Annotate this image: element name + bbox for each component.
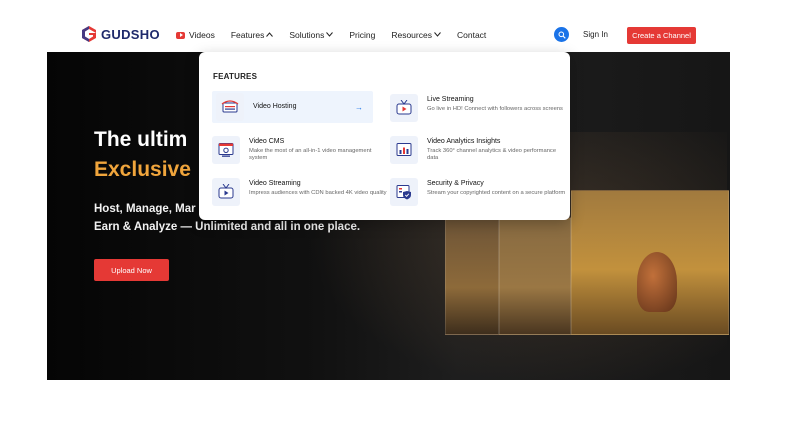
nav-resources[interactable]: Resources — [391, 30, 441, 40]
play-icon — [176, 31, 185, 39]
cms-monitor-icon — [212, 136, 240, 164]
feature-description: Make the most of an all-in-1 video manag… — [249, 148, 372, 161]
feature-video-hosting[interactable]: Video Hosting → — [212, 91, 373, 123]
nav-videos[interactable]: Videos — [176, 30, 215, 40]
hero-subtitle-line2: Earn & Analyze — Unlimited and all in on… — [94, 221, 361, 233]
main-nav: Videos Features Solutions Pricing Resour… — [176, 30, 502, 40]
hero-title-line1: The ultim — [94, 128, 188, 151]
analytics-chart-icon — [390, 136, 418, 164]
nav-solutions-label: Solutions — [289, 30, 325, 40]
live-tv-icon — [390, 94, 418, 122]
feature-video-streaming[interactable]: Video Streaming Impress audiences with C… — [212, 178, 389, 206]
dropdown-heading: FEATURES — [213, 72, 258, 81]
nav-features-label: Features — [230, 30, 265, 40]
nav-contact-label: Contact — [456, 30, 487, 40]
brand-logo[interactable]: GUDSHO — [82, 26, 160, 42]
chevron-up-icon — [266, 31, 274, 39]
features-dropdown: FEATURES Video Hosting → Live Streaming … — [199, 52, 570, 220]
search-button[interactable] — [554, 27, 569, 42]
feature-description: Stream your copyrighted content on a sec… — [427, 190, 566, 196]
feature-description: Go live in HD! Connect with followers ac… — [427, 106, 563, 112]
logo-mark-icon — [82, 26, 96, 42]
nav-solutions[interactable]: Solutions — [289, 30, 334, 40]
nav-videos-label: Videos — [189, 30, 215, 40]
feature-title: Video Analytics Insights — [427, 138, 501, 145]
nav-pricing[interactable]: Pricing — [349, 30, 375, 40]
hero-figure-image — [637, 252, 677, 312]
nav-contact[interactable]: Contact — [457, 30, 486, 40]
brand-name: GUDSHO — [101, 26, 160, 42]
search-icon — [558, 26, 566, 44]
feature-description: Impress audiences with CDN backed 4K vid… — [249, 190, 387, 196]
chevron-down-icon — [326, 31, 334, 39]
upload-now-button[interactable]: Upload Now — [94, 259, 169, 281]
create-channel-button[interactable]: Create a Channel — [627, 27, 696, 44]
arrow-right-icon: → — [355, 103, 363, 112]
shield-icon — [390, 178, 418, 206]
feature-title: Video Streaming — [249, 180, 301, 187]
feature-title: Security & Privacy — [427, 180, 484, 187]
nav-pricing-label: Pricing — [349, 30, 376, 40]
nav-resources-label: Resources — [391, 30, 432, 40]
sign-in-link[interactable]: Sign In — [583, 30, 608, 39]
hero-title: The ultim Exclusive — [94, 125, 191, 185]
feature-live-streaming[interactable]: Live Streaming Go live in HD! Connect wi… — [390, 94, 567, 122]
hero-image-panel — [445, 217, 499, 335]
feature-title: Video CMS — [249, 138, 285, 145]
hero-title-line2: Exclusive — [94, 158, 191, 181]
site-header: GUDSHO Videos Features Solutions Pricing… — [0, 0, 800, 52]
server-icon — [216, 93, 244, 121]
tv-play-icon — [212, 178, 240, 206]
feature-security-privacy[interactable]: Security & Privacy Stream your copyright… — [390, 178, 567, 206]
feature-video-cms[interactable]: Video CMS Make the most of an all-in-1 v… — [212, 136, 389, 164]
feature-title: Video Hosting — [253, 103, 297, 110]
feature-title: Live Streaming — [427, 96, 474, 103]
feature-description: Track 360° channel analytics & video per… — [427, 148, 557, 161]
chevron-down-icon — [434, 31, 441, 39]
hero-image-panel — [499, 217, 571, 335]
feature-video-analytics[interactable]: Video Analytics Insights Track 360° chan… — [390, 136, 567, 164]
nav-features[interactable]: Features — [231, 30, 274, 40]
